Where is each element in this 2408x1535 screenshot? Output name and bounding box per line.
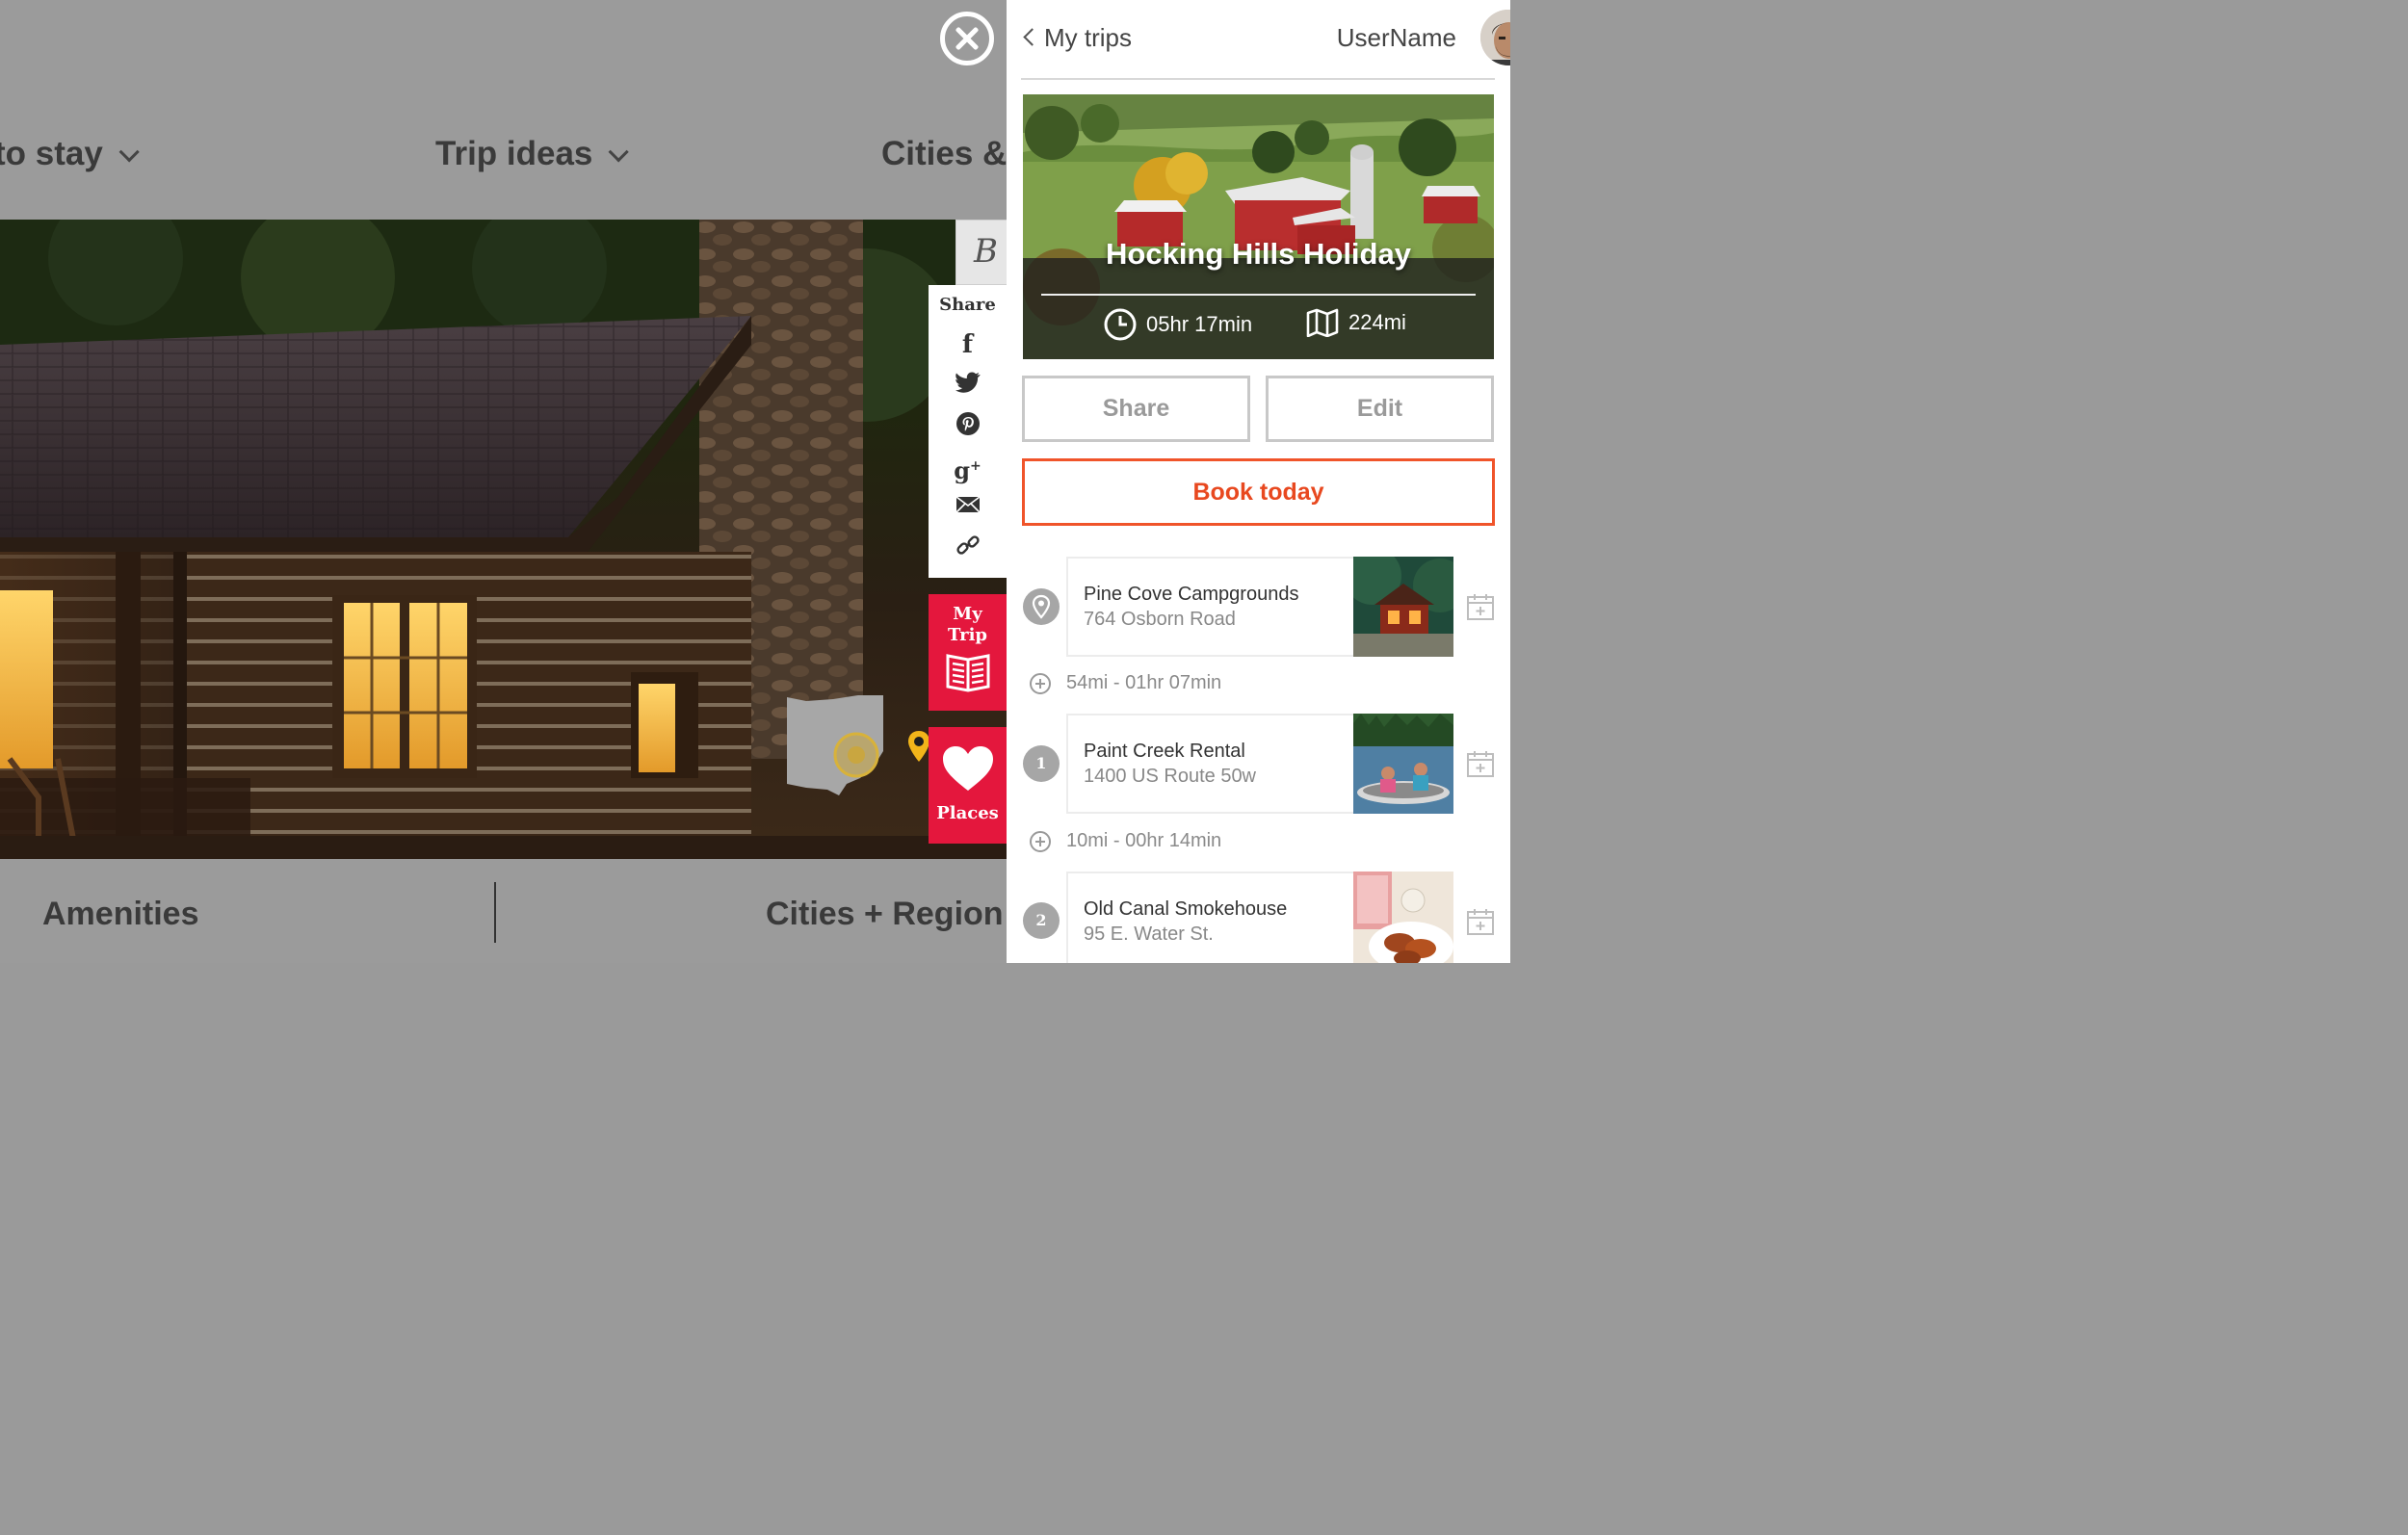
clock-icon [1104, 308, 1137, 341]
top-navigation: to stay Trip ideas Cities & [0, 0, 1007, 220]
twitter-icon[interactable] [954, 371, 982, 400]
stop-card[interactable]: Paint Creek Rental 1400 US Route 50w [1066, 714, 1453, 814]
nav-item-label: to stay [0, 135, 103, 172]
route-leg: 54mi - 01hr 07min [1030, 672, 1221, 694]
bottom-nav-cities-region[interactable]: Cities + Region [766, 896, 1004, 933]
bottom-navigation: Amenities Cities + Region [0, 859, 1007, 963]
stop-thumbnail [1353, 557, 1453, 657]
stop-marker: 1 [1023, 745, 1060, 782]
ohio-map-icon [787, 695, 883, 795]
chevron-down-icon [118, 142, 140, 163]
brand-logo: B [955, 220, 1007, 285]
heart-icon [942, 746, 993, 791]
share-title: Share [939, 295, 996, 315]
avatar[interactable] [1480, 10, 1510, 65]
my-trip-label: My Trip [929, 594, 1007, 646]
places-button[interactable]: Places [929, 727, 1007, 844]
stop-marker: 2 [1023, 902, 1060, 939]
stop-name: Old Canal Smokehouse [1084, 898, 1288, 920]
nav-item-where-to-stay[interactable]: to stay [0, 135, 140, 173]
nav-item-label: Trip ideas [435, 135, 593, 172]
stop-card[interactable]: Pine Cove Campgrounds 764 Osborn Road [1066, 557, 1453, 657]
trip-card[interactable]: Hocking Hills Holiday 05hr 17min 224mi [1023, 94, 1494, 359]
location-pin-icon [908, 731, 929, 762]
my-trips-panel: My trips UserName Hocking Hills Holiday … [1007, 0, 1510, 963]
stop-name: Pine Cove Campgrounds [1084, 584, 1299, 605]
calendar-add-icon[interactable] [1466, 749, 1495, 778]
places-label: Places [936, 803, 999, 823]
stop-address: 1400 US Route 50w [1084, 766, 1257, 787]
bottom-nav-amenities[interactable]: Amenities [42, 896, 199, 933]
chevron-left-icon[interactable] [1023, 28, 1041, 46]
trip-duration: 05hr 17min [1104, 308, 1252, 341]
route-leg-text: 54mi - 01hr 07min [1066, 672, 1222, 693]
panel-header: My trips UserName [1021, 0, 1510, 80]
stop-thumbnail [1353, 714, 1453, 814]
route-leg: 10mi - 00hr 14min [1030, 830, 1221, 852]
divider [1041, 294, 1476, 296]
pinterest-icon[interactable] [954, 411, 982, 440]
trip-cover-image [1023, 94, 1494, 359]
background-page: to stay Trip ideas Cities & B Share f g+… [0, 0, 1007, 963]
add-stop-icon[interactable] [1030, 830, 1051, 852]
trip-distance: 224mi [1306, 308, 1406, 337]
my-trip-label-line2: Trip [948, 625, 987, 645]
facebook-icon[interactable]: f [954, 330, 982, 359]
stop-name: Paint Creek Rental [1084, 741, 1245, 762]
chevron-down-icon [608, 142, 630, 163]
route-leg-text: 10mi - 00hr 14min [1066, 830, 1222, 851]
divider [494, 882, 496, 943]
nav-item-cities[interactable]: Cities & [881, 135, 1007, 173]
share-button[interactable]: Share [1022, 376, 1250, 442]
stop-thumbnail [1353, 872, 1453, 963]
link-icon[interactable] [954, 533, 982, 561]
nav-item-trip-ideas[interactable]: Trip ideas [435, 135, 630, 173]
back-to-my-trips[interactable]: My trips [1044, 23, 1132, 53]
book-icon [946, 654, 989, 692]
book-today-button[interactable]: Book today [1022, 458, 1495, 526]
trip-distance-value: 224mi [1348, 310, 1406, 334]
email-icon[interactable] [954, 492, 982, 521]
edit-button[interactable]: Edit [1266, 376, 1494, 442]
share-sidebar: Share f g+ [929, 285, 1007, 578]
username: UserName [1336, 23, 1456, 52]
nav-item-label: Cities & [881, 135, 1007, 172]
close-icon[interactable] [940, 12, 994, 65]
stop-address: 764 Osborn Road [1084, 609, 1236, 630]
map-icon [1306, 308, 1339, 337]
google-plus-icon[interactable]: g+ [954, 452, 982, 484]
stop-marker-start [1023, 588, 1060, 625]
trip-title: Hocking Hills Holiday [1106, 237, 1411, 271]
stop-address: 95 E. Water St. [1084, 924, 1214, 945]
add-stop-icon[interactable] [1030, 672, 1051, 694]
my-trip-button[interactable]: My Trip [929, 594, 1007, 711]
calendar-add-icon[interactable] [1466, 907, 1495, 936]
stop-card[interactable]: Old Canal Smokehouse 95 E. Water St. [1066, 872, 1453, 963]
location-pin-icon [1032, 594, 1051, 619]
calendar-add-icon[interactable] [1466, 592, 1495, 621]
my-trip-label-line1: My [953, 604, 982, 624]
trip-duration-value: 05hr 17min [1146, 312, 1253, 336]
